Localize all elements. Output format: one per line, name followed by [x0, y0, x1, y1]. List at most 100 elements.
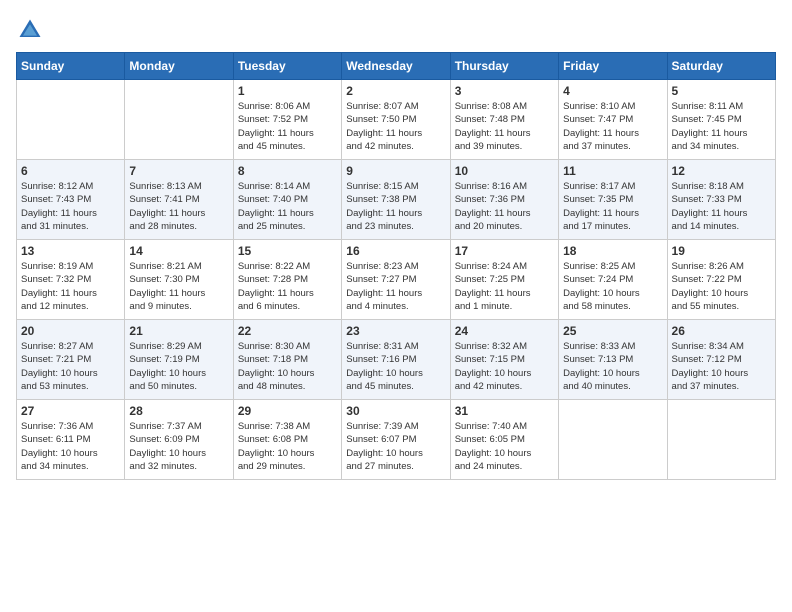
calendar-cell: 11 Sunrise: 8:17 AM Sunset: 7:35 PM Dayli… — [559, 160, 667, 240]
calendar-week-row: 1 Sunrise: 8:06 AM Sunset: 7:52 PM Daylig… — [17, 80, 776, 160]
day-number: 13 — [21, 244, 120, 258]
calendar-cell — [667, 400, 775, 480]
day-number: 19 — [672, 244, 771, 258]
day-number: 29 — [238, 404, 337, 418]
calendar-cell: 3 Sunrise: 8:08 AM Sunset: 7:48 PM Daylig… — [450, 80, 558, 160]
day-info: Sunrise: 8:19 AM Sunset: 7:32 PM Dayligh… — [21, 260, 120, 313]
day-number: 1 — [238, 84, 337, 98]
day-number: 21 — [129, 324, 228, 338]
day-number: 3 — [455, 84, 554, 98]
day-number: 12 — [672, 164, 771, 178]
calendar-cell: 6 Sunrise: 8:12 AM Sunset: 7:43 PM Daylig… — [17, 160, 125, 240]
day-info: Sunrise: 8:06 AM Sunset: 7:52 PM Dayligh… — [238, 100, 337, 153]
day-number: 17 — [455, 244, 554, 258]
calendar-cell: 8 Sunrise: 8:14 AM Sunset: 7:40 PM Daylig… — [233, 160, 341, 240]
calendar-cell: 1 Sunrise: 8:06 AM Sunset: 7:52 PM Daylig… — [233, 80, 341, 160]
weekday-header-row: SundayMondayTuesdayWednesdayThursdayFrid… — [17, 53, 776, 80]
day-info: Sunrise: 8:22 AM Sunset: 7:28 PM Dayligh… — [238, 260, 337, 313]
day-info: Sunrise: 8:34 AM Sunset: 7:12 PM Dayligh… — [672, 340, 771, 393]
day-info: Sunrise: 8:23 AM Sunset: 7:27 PM Dayligh… — [346, 260, 445, 313]
weekday-header-friday: Friday — [559, 53, 667, 80]
calendar-week-row: 20Sunrise: 8:27 AM Sunset: 7:21 PM Dayli… — [17, 320, 776, 400]
calendar-cell: 13 Sunrise: 8:19 AM Sunset: 7:32 PM Dayli… — [17, 240, 125, 320]
day-info: Sunrise: 7:40 AM Sunset: 6:05 PM Dayligh… — [455, 420, 554, 473]
logo — [16, 16, 48, 44]
day-info: Sunrise: 8:27 AM Sunset: 7:21 PM Dayligh… — [21, 340, 120, 393]
day-number: 15 — [238, 244, 337, 258]
calendar-cell: 10Sunrise: 8:16 AM Sunset: 7:36 PM Dayli… — [450, 160, 558, 240]
weekday-header-sunday: Sunday — [17, 53, 125, 80]
day-info: Sunrise: 8:13 AM Sunset: 7:41 PM Dayligh… — [129, 180, 228, 233]
calendar-cell: 4 Sunrise: 8:10 AM Sunset: 7:47 PM Daylig… — [559, 80, 667, 160]
weekday-header-thursday: Thursday — [450, 53, 558, 80]
calendar-cell: 5Sunrise: 8:11 AM Sunset: 7:45 PM Daylig… — [667, 80, 775, 160]
calendar-cell: 27 Sunrise: 7:36 AM Sunset: 6:11 PM Dayli… — [17, 400, 125, 480]
day-info: Sunrise: 8:16 AM Sunset: 7:36 PM Dayligh… — [455, 180, 554, 233]
day-number: 16 — [346, 244, 445, 258]
day-number: 7 — [129, 164, 228, 178]
day-number: 4 — [563, 84, 662, 98]
calendar-cell: 21 Sunrise: 8:29 AM Sunset: 7:19 PM Dayli… — [125, 320, 233, 400]
day-number: 9 — [346, 164, 445, 178]
day-number: 2 — [346, 84, 445, 98]
day-info: Sunrise: 8:21 AM Sunset: 7:30 PM Dayligh… — [129, 260, 228, 313]
day-info: Sunrise: 8:08 AM Sunset: 7:48 PM Dayligh… — [455, 100, 554, 153]
day-info: Sunrise: 8:17 AM Sunset: 7:35 PM Dayligh… — [563, 180, 662, 233]
day-info: Sunrise: 8:15 AM Sunset: 7:38 PM Dayligh… — [346, 180, 445, 233]
day-number: 25 — [563, 324, 662, 338]
calendar-cell: 15 Sunrise: 8:22 AM Sunset: 7:28 PM Dayli… — [233, 240, 341, 320]
day-number: 23 — [346, 324, 445, 338]
day-info: Sunrise: 8:30 AM Sunset: 7:18 PM Dayligh… — [238, 340, 337, 393]
calendar-week-row: 27 Sunrise: 7:36 AM Sunset: 6:11 PM Dayli… — [17, 400, 776, 480]
day-number: 22 — [238, 324, 337, 338]
day-info: Sunrise: 7:38 AM Sunset: 6:08 PM Dayligh… — [238, 420, 337, 473]
day-number: 28 — [129, 404, 228, 418]
weekday-header-tuesday: Tuesday — [233, 53, 341, 80]
day-number: 26 — [672, 324, 771, 338]
calendar-cell — [17, 80, 125, 160]
day-info: Sunrise: 8:14 AM Sunset: 7:40 PM Dayligh… — [238, 180, 337, 233]
calendar-cell: 14 Sunrise: 8:21 AM Sunset: 7:30 PM Dayli… — [125, 240, 233, 320]
day-number: 11 — [563, 164, 662, 178]
calendar-week-row: 13 Sunrise: 8:19 AM Sunset: 7:32 PM Dayli… — [17, 240, 776, 320]
calendar-cell: 17 Sunrise: 8:24 AM Sunset: 7:25 PM Dayli… — [450, 240, 558, 320]
day-info: Sunrise: 7:39 AM Sunset: 6:07 PM Dayligh… — [346, 420, 445, 473]
calendar-cell: 20Sunrise: 8:27 AM Sunset: 7:21 PM Dayli… — [17, 320, 125, 400]
calendar-cell — [125, 80, 233, 160]
day-info: Sunrise: 8:12 AM Sunset: 7:43 PM Dayligh… — [21, 180, 120, 233]
calendar-cell: 18Sunrise: 8:25 AM Sunset: 7:24 PM Dayli… — [559, 240, 667, 320]
calendar-cell: 24 Sunrise: 8:32 AM Sunset: 7:15 PM Dayli… — [450, 320, 558, 400]
weekday-header-saturday: Saturday — [667, 53, 775, 80]
calendar-cell: 26 Sunrise: 8:34 AM Sunset: 7:12 PM Dayli… — [667, 320, 775, 400]
calendar-cell: 25 Sunrise: 8:33 AM Sunset: 7:13 PM Dayli… — [559, 320, 667, 400]
calendar-week-row: 6 Sunrise: 8:12 AM Sunset: 7:43 PM Daylig… — [17, 160, 776, 240]
day-number: 8 — [238, 164, 337, 178]
calendar-cell: 16 Sunrise: 8:23 AM Sunset: 7:27 PM Dayli… — [342, 240, 450, 320]
calendar-cell — [559, 400, 667, 480]
day-number: 6 — [21, 164, 120, 178]
calendar-table: SundayMondayTuesdayWednesdayThursdayFrid… — [16, 52, 776, 480]
day-info: Sunrise: 8:10 AM Sunset: 7:47 PM Dayligh… — [563, 100, 662, 153]
day-info: Sunrise: 8:25 AM Sunset: 7:24 PM Dayligh… — [563, 260, 662, 313]
calendar-cell: 30 Sunrise: 7:39 AM Sunset: 6:07 PM Dayli… — [342, 400, 450, 480]
day-number: 27 — [21, 404, 120, 418]
day-info: Sunrise: 8:26 AM Sunset: 7:22 PM Dayligh… — [672, 260, 771, 313]
calendar-cell: 19 Sunrise: 8:26 AM Sunset: 7:22 PM Dayli… — [667, 240, 775, 320]
day-info: Sunrise: 8:33 AM Sunset: 7:13 PM Dayligh… — [563, 340, 662, 393]
day-info: Sunrise: 7:37 AM Sunset: 6:09 PM Dayligh… — [129, 420, 228, 473]
day-number: 14 — [129, 244, 228, 258]
day-number: 24 — [455, 324, 554, 338]
day-info: Sunrise: 8:24 AM Sunset: 7:25 PM Dayligh… — [455, 260, 554, 313]
day-info: Sunrise: 8:29 AM Sunset: 7:19 PM Dayligh… — [129, 340, 228, 393]
day-info: Sunrise: 8:31 AM Sunset: 7:16 PM Dayligh… — [346, 340, 445, 393]
day-number: 31 — [455, 404, 554, 418]
day-info: Sunrise: 8:32 AM Sunset: 7:15 PM Dayligh… — [455, 340, 554, 393]
calendar-cell: 28 Sunrise: 7:37 AM Sunset: 6:09 PM Dayli… — [125, 400, 233, 480]
day-info: Sunrise: 7:36 AM Sunset: 6:11 PM Dayligh… — [21, 420, 120, 473]
day-info: Sunrise: 8:07 AM Sunset: 7:50 PM Dayligh… — [346, 100, 445, 153]
weekday-header-wednesday: Wednesday — [342, 53, 450, 80]
calendar-cell: 7 Sunrise: 8:13 AM Sunset: 7:41 PM Daylig… — [125, 160, 233, 240]
day-info: Sunrise: 8:18 AM Sunset: 7:33 PM Dayligh… — [672, 180, 771, 233]
day-number: 30 — [346, 404, 445, 418]
logo-icon — [16, 16, 44, 44]
